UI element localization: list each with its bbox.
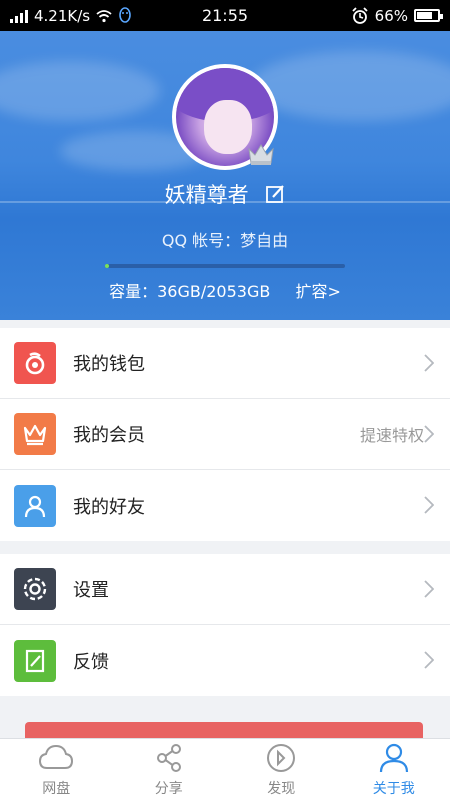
- capacity-row: 容量：36GB/2053GB 扩容>: [0, 278, 450, 302]
- bottom-tab-bar: 网盘 分享 发现 关于我: [0, 738, 450, 800]
- share-icon: [151, 742, 187, 778]
- menu-group-app: 设置 反馈: [0, 554, 450, 696]
- menu-item-wallet[interactable]: 我的钱包: [0, 328, 450, 399]
- user-icon: [376, 742, 412, 778]
- crown-icon: [14, 413, 56, 455]
- edit-icon[interactable]: [265, 184, 285, 204]
- menu-item-label: 我的钱包: [73, 354, 145, 375]
- network-speed: 4.21K/s: [34, 6, 91, 25]
- tab-compass[interactable]: 发现: [225, 739, 338, 800]
- menu-item-label: 设置: [73, 580, 109, 601]
- qq-account: QQ 帐号：梦自由: [161, 231, 289, 250]
- menu-item-person[interactable]: 我的好友: [0, 470, 450, 541]
- menu-item-label: 我的好友: [73, 496, 145, 518]
- storage-progress-fill: [105, 264, 110, 268]
- tab-label: 分享: [154, 780, 183, 797]
- menu-group-account: 我的钱包我的会员 提速特权我的好友: [0, 328, 450, 541]
- menu-item-gear[interactable]: 设置: [0, 554, 450, 625]
- qq-penguin-icon: [119, 6, 131, 23]
- storage-progress-bar: [105, 264, 345, 268]
- nickname: 妖精尊者: [164, 183, 249, 207]
- menu-item-label: 我的会员: [73, 425, 145, 446]
- status-bar: 4.21K/s 21:55 66%: [0, 0, 450, 31]
- tab-share[interactable]: 分享: [113, 739, 226, 800]
- profile-header: 妖精尊者 QQ 帐号：梦自由 容量：36GB/2053GB 扩容>: [0, 31, 450, 320]
- nickname-row: 妖精尊者: [0, 179, 450, 209]
- expand-link[interactable]: 扩容>: [295, 282, 340, 301]
- menu-item-crown[interactable]: 我的会员 提速特权: [0, 399, 450, 470]
- chevron-right-icon: [424, 580, 434, 598]
- capacity-text: 容量：36GB/2053GB: [109, 282, 271, 301]
- wifi-icon: [96, 9, 112, 22]
- cloud-icon: [38, 742, 74, 778]
- chevron-right-icon: [424, 651, 434, 669]
- wallet-icon: [14, 342, 56, 384]
- gear-icon: [14, 568, 56, 610]
- tab-user[interactable]: 关于我: [338, 739, 450, 800]
- chevron-right-icon: [424, 354, 434, 372]
- menu-item-hint: 提速特权: [359, 426, 424, 445]
- chevron-right-icon: [424, 425, 434, 443]
- tab-label: 发现: [267, 780, 296, 797]
- alarm-icon: [352, 6, 368, 24]
- tab-cloud[interactable]: 网盘: [0, 739, 113, 800]
- battery-percent: 66%: [374, 6, 408, 25]
- signal-icon: [10, 9, 28, 23]
- chevron-right-icon: [424, 496, 434, 514]
- tab-label: 网盘: [42, 780, 71, 797]
- compass-icon: [263, 742, 299, 778]
- person-icon: [14, 484, 56, 527]
- menu-item-feedback[interactable]: 反馈: [0, 625, 450, 696]
- battery-icon: [414, 9, 443, 22]
- tab-label: 关于我: [372, 780, 415, 797]
- crown-badge-icon: [248, 144, 274, 165]
- menu-item-label: 反馈: [73, 651, 109, 673]
- feedback-icon: [14, 639, 56, 682]
